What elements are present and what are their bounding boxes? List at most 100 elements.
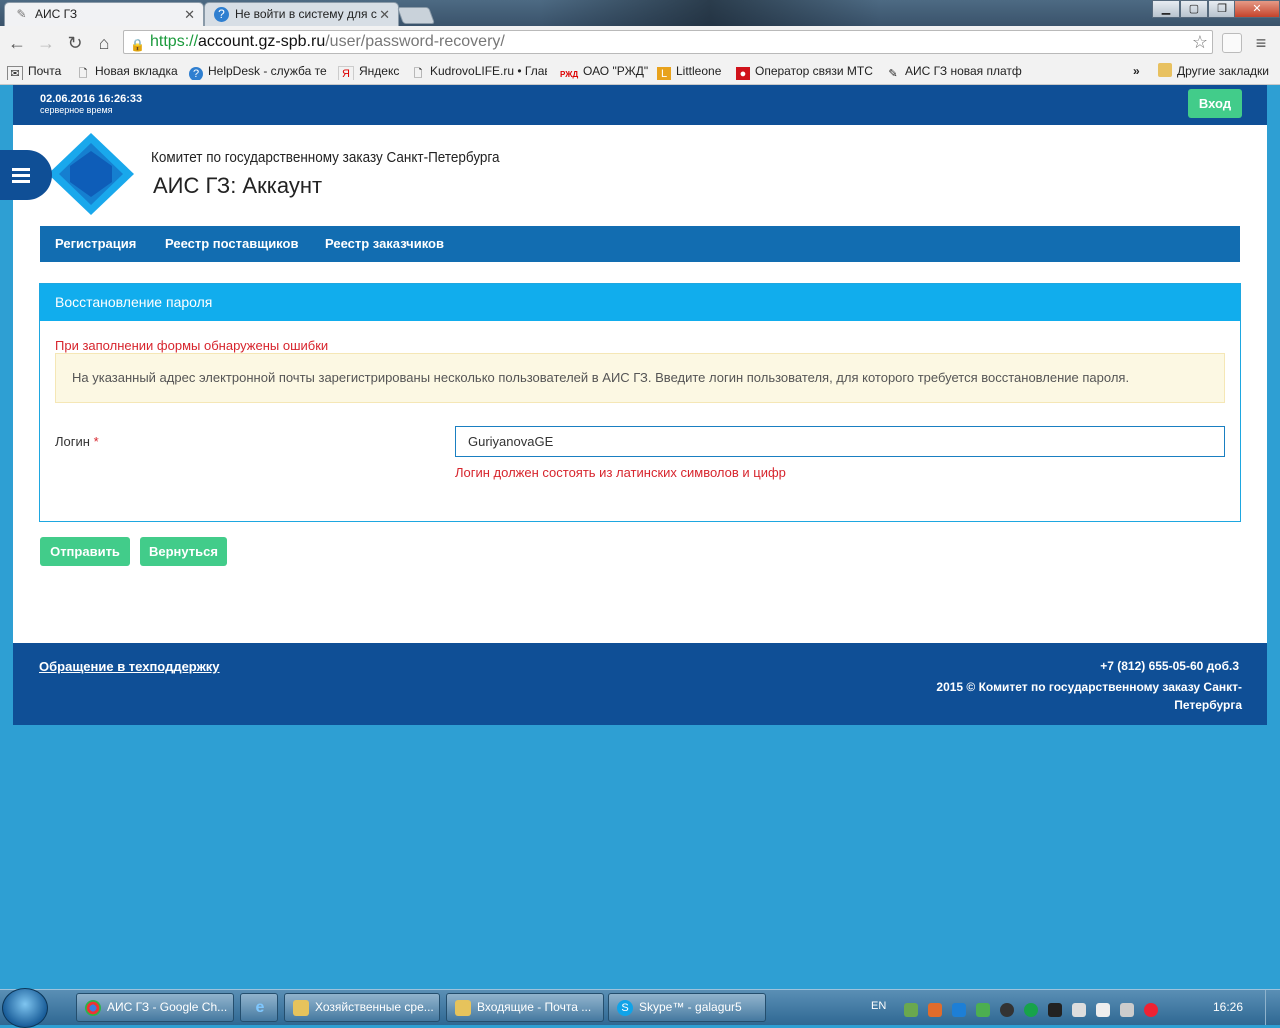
- back-arrow-icon[interactable]: ←: [6, 32, 28, 54]
- nav-customer-registry[interactable]: Реестр заказчиков: [325, 226, 444, 262]
- window-close-button[interactable]: ✕: [1234, 0, 1280, 18]
- bookmark-item[interactable]: ✉ Почта: [7, 62, 67, 80]
- bookmark-item[interactable]: РЖД ОАО "РЖД": [560, 62, 650, 80]
- hamburger-icon: [12, 174, 30, 177]
- mail-folder-icon: [455, 1000, 471, 1016]
- page-icon: 🗋: [413, 68, 423, 80]
- tab-close-icon[interactable]: ✕: [184, 3, 195, 26]
- tab-help[interactable]: ? Не войти в систему для с ✕: [204, 2, 399, 26]
- org-name: Комитет по государственному заказу Санкт…: [151, 149, 500, 166]
- url-protocol: https://: [150, 33, 199, 50]
- panel-title: Восстановление пароля: [40, 284, 1240, 321]
- warning-alert: На указанный адрес электронной почты зар…: [55, 353, 1225, 403]
- other-bookmarks-folder[interactable]: Другие закладки: [1158, 62, 1276, 80]
- logo: [48, 133, 134, 215]
- bookmark-item[interactable]: Я Яндекс: [338, 62, 404, 80]
- required-mark: *: [93, 434, 99, 449]
- tray-app-icon[interactable]: [952, 1003, 966, 1017]
- littleone-icon: L: [657, 67, 671, 80]
- start-button[interactable]: [2, 988, 48, 1028]
- bookmark-item[interactable]: 🗋 KudrovoLIFE.ru • Глав: [411, 62, 547, 80]
- network-icon[interactable]: [1072, 1003, 1086, 1017]
- tray-app-icon[interactable]: [1144, 1003, 1158, 1017]
- bookmark-item[interactable]: ✎ АИС ГЗ новая платф: [886, 62, 1026, 80]
- tray-app-icon[interactable]: [976, 1003, 990, 1017]
- restore-icon[interactable]: ▢: [1180, 0, 1208, 18]
- main-nav: Регистрация Реестр поставщиков Реестр за…: [40, 226, 1240, 262]
- clock[interactable]: 16:26: [1212, 990, 1244, 1025]
- back-button[interactable]: Вернуться: [140, 537, 227, 566]
- tab-close-icon[interactable]: ✕: [379, 3, 390, 26]
- hamburger-icon: [12, 180, 30, 183]
- nav-supplier-registry[interactable]: Реестр поставщиков: [165, 226, 298, 262]
- nav-registration[interactable]: Регистрация: [55, 226, 136, 262]
- reload-icon[interactable]: ↻: [64, 32, 86, 54]
- home-icon[interactable]: ⌂: [93, 32, 115, 54]
- hamburger-icon: [12, 168, 30, 171]
- volume-icon[interactable]: [1120, 1003, 1134, 1017]
- submit-button[interactable]: Отправить: [40, 537, 130, 566]
- tray-app-icon[interactable]: [1024, 1003, 1038, 1017]
- password-recovery-panel: Восстановление пароля При заполнении фор…: [39, 283, 1241, 522]
- page-icon: 🗋: [78, 68, 88, 80]
- login-input[interactable]: [455, 426, 1225, 457]
- extension-icon[interactable]: [1222, 33, 1242, 53]
- bookmarks-bar: ✉ Почта 🗋 Новая вкладка ? HelpDesk - служба…: [0, 59, 1280, 85]
- mail-icon: ✉: [7, 66, 23, 80]
- action-center-flag-icon[interactable]: [1096, 1003, 1110, 1017]
- login-label: Логин *: [55, 434, 99, 449]
- show-desktop-button[interactable]: [1265, 990, 1280, 1025]
- minimize-button[interactable]: ▁: [1152, 0, 1180, 18]
- page-viewport: 02.06.2016 16:26:33 серверное время Вход…: [0, 85, 1280, 989]
- rzd-icon: РЖД: [560, 70, 579, 79]
- support-phone: +7 (812) 655-05-60 доб.3: [1100, 659, 1239, 673]
- browser-tabstrip: ✎ АИС ГЗ ✕ ? Не войти в систему для с ✕ …: [0, 0, 1280, 26]
- folder-icon: [1158, 63, 1172, 77]
- taskbar-mail[interactable]: Входящие - Почта ...: [446, 993, 604, 1022]
- windows-taskbar: АИС ГЗ - Google Ch... e Хозяйственные ср…: [0, 988, 1280, 1028]
- url-path: /user/password-recovery/: [325, 33, 505, 50]
- tray-app-icon[interactable]: [928, 1003, 942, 1017]
- server-time-value: 02.06.2016 16:26:33: [40, 93, 143, 105]
- tray-app-icon[interactable]: [904, 1003, 918, 1017]
- forward-arrow-icon[interactable]: →: [35, 32, 57, 54]
- help-icon: ?: [189, 67, 203, 80]
- taskbar-ie[interactable]: e: [240, 993, 278, 1022]
- page-title: АИС ГЗ: Аккаунт: [153, 173, 323, 198]
- tray-app-icon[interactable]: [1048, 1003, 1062, 1017]
- maximize-button[interactable]: ❐: [1208, 0, 1236, 18]
- skype-icon: S: [617, 1000, 633, 1016]
- tab-title: АИС ГЗ: [35, 7, 78, 21]
- tab-ais-gz[interactable]: ✎ АИС ГЗ ✕: [4, 2, 204, 26]
- lock-icon: 🔒: [130, 38, 145, 52]
- help-favicon-icon: ?: [214, 7, 229, 22]
- internet-explorer-icon: e: [255, 999, 265, 1016]
- main-content: Комитет по государственному заказу Санкт…: [13, 125, 1267, 643]
- error-summary: При заполнении формы обнаружены ошибки: [55, 338, 329, 353]
- language-indicator[interactable]: EN: [871, 1000, 886, 1012]
- ais-icon: ✎: [888, 68, 898, 80]
- bookmarks-overflow-button[interactable]: »: [1133, 62, 1145, 80]
- bookmark-item[interactable]: L Littleone: [657, 62, 729, 80]
- bookmark-item[interactable]: 🗋 Новая вкладка: [76, 62, 180, 80]
- address-bar[interactable]: 🔒 https://account.gz-spb.ru/user/passwor…: [123, 30, 1213, 54]
- taskbar-chrome[interactable]: АИС ГЗ - Google Ch...: [76, 993, 234, 1022]
- menu-hamburger-icon[interactable]: ≡: [1250, 32, 1272, 54]
- chrome-icon: [85, 1000, 101, 1016]
- taskbar-explorer[interactable]: Хозяйственные сре...: [284, 993, 440, 1022]
- new-tab-button[interactable]: [396, 7, 436, 24]
- yandex-icon: Я: [338, 66, 354, 80]
- server-time: 02.06.2016 16:26:33 серверное время: [40, 93, 142, 115]
- bookmark-item[interactable]: ? HelpDesk - служба те: [189, 62, 327, 80]
- taskbar-skype[interactable]: S Skype™ - galagur5: [608, 993, 766, 1022]
- bookmark-star-icon[interactable]: ☆: [1192, 31, 1208, 53]
- support-link[interactable]: Обращение в техподдержку: [39, 659, 220, 674]
- tray-app-icon[interactable]: [1000, 1003, 1014, 1017]
- login-button[interactable]: Вход: [1188, 89, 1242, 118]
- tabstrip-background: [540, 0, 880, 26]
- url-host: account.gz-spb.ru: [198, 33, 326, 50]
- server-time-label: серверное время: [40, 105, 113, 115]
- side-menu-toggle[interactable]: [0, 150, 52, 200]
- mts-icon: ●: [736, 67, 750, 80]
- bookmark-item[interactable]: ● Оператор связи МТС: [736, 62, 874, 80]
